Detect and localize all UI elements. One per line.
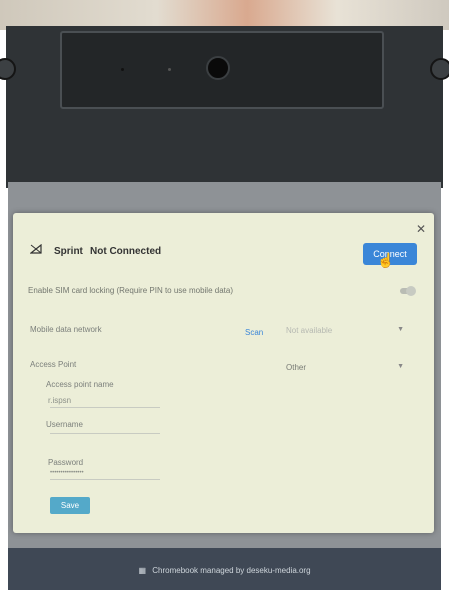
carrier-value: Not available [286, 326, 333, 335]
bezel-screw-right [430, 58, 449, 80]
save-button[interactable]: Save [50, 497, 90, 514]
chevron-down-icon: ▼ [397, 363, 404, 370]
password-input[interactable]: •••••••••••••••• [50, 470, 84, 476]
building-icon: ▦ [138, 566, 146, 575]
apn-input[interactable]: r.ispsn [48, 396, 71, 405]
password-underline [50, 479, 160, 480]
network-name: Sprint [54, 246, 83, 257]
username-underline [50, 433, 160, 434]
photo: ▦ Chromebook managed by deseku-media.org… [0, 0, 449, 592]
access-point-value: Other [286, 363, 307, 372]
apn-underline [50, 407, 160, 408]
carrier-select[interactable]: Not available ▼ [282, 322, 410, 340]
access-point-label: Access Point [30, 360, 77, 369]
sim-lock-toggle[interactable] [400, 286, 416, 296]
hand-cursor-icon: ☝ [377, 252, 395, 268]
connection-status: Not Connected [90, 246, 162, 257]
signal-off-icon [30, 244, 42, 254]
webcam-sensor [121, 68, 124, 71]
access-point-select[interactable]: Other ▼ [282, 361, 410, 377]
webcam-indicator [168, 68, 171, 71]
toggle-knob [406, 286, 416, 296]
close-icon[interactable]: ✕ [416, 222, 426, 236]
apn-label: Access point name [46, 380, 114, 389]
username-input[interactable]: Username [46, 420, 83, 429]
scan-button[interactable]: Scan [245, 328, 263, 337]
mobile-network-label: Mobile data network [30, 325, 102, 334]
managed-notice: ▦ Chromebook managed by deseku-media.org [0, 566, 449, 575]
managed-text: Chromebook managed by deseku-media.org [152, 566, 311, 575]
sim-lock-label: Enable SIM card locking (Require PIN to … [28, 286, 233, 295]
password-label: Password [48, 458, 84, 467]
chevron-down-icon: ▼ [397, 326, 404, 333]
webcam-lens [206, 56, 230, 80]
